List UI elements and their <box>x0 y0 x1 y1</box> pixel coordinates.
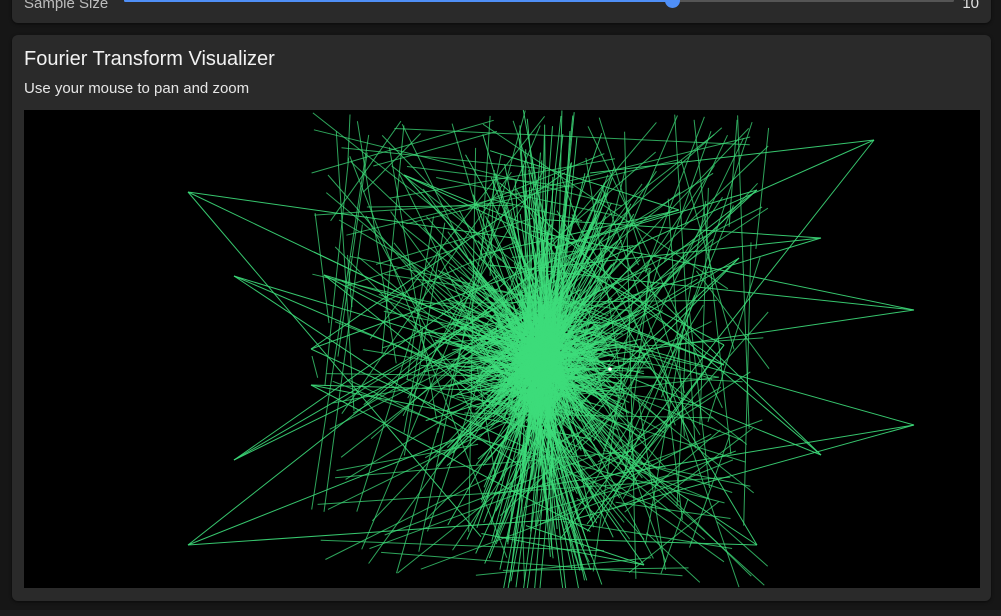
plot-line <box>562 520 733 549</box>
plot-line <box>637 398 666 570</box>
visualizer-title: Fourier Transform Visualizer <box>24 48 275 70</box>
visualizer-card: Fourier Transform Visualizer Use your mo… <box>12 35 991 601</box>
plot-line <box>323 224 363 512</box>
sample-size-slider[interactable] <box>124 0 954 8</box>
plot-line <box>403 328 424 433</box>
visualizer-subtitle: Use your mouse to pan and zoom <box>24 80 250 97</box>
plot-line <box>313 129 623 207</box>
highlight-point <box>608 367 612 371</box>
plot-line <box>396 427 439 574</box>
plot-line <box>689 435 731 548</box>
plot-line <box>314 213 330 324</box>
plot-line <box>356 121 397 364</box>
slider-thumb[interactable] <box>664 0 680 8</box>
plot-line <box>699 187 709 425</box>
bottom-bar <box>0 610 1001 616</box>
plot-line <box>755 127 770 249</box>
visualizer-canvas[interactable] <box>24 110 980 588</box>
plot-line <box>590 139 875 174</box>
sample-size-value: 10 <box>962 0 979 12</box>
fourier-plot <box>187 110 915 588</box>
plot-line <box>728 119 738 227</box>
slider-fill <box>124 0 672 2</box>
plot-line <box>684 134 728 225</box>
sample-size-card: Sample Size 10 <box>12 0 991 23</box>
sample-size-label: Sample Size <box>24 0 109 12</box>
plot-line <box>311 355 319 378</box>
